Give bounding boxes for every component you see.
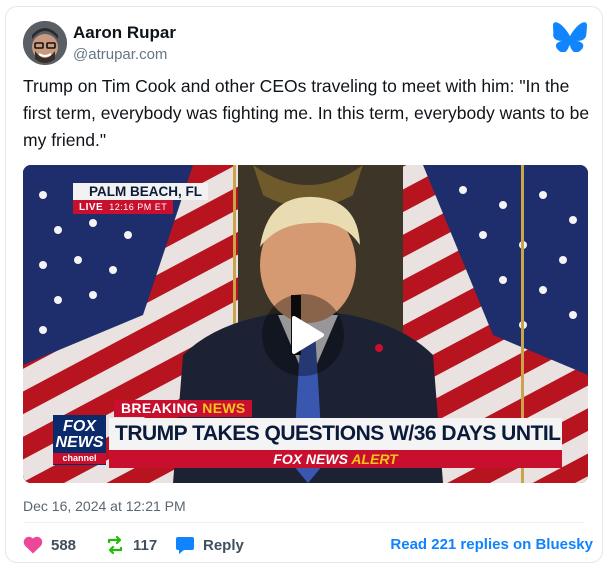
post-card: Aaron Rupar @atrupar.com Trump on Tim Co… [5, 6, 603, 563]
live-time: 12:16 PM ET [109, 202, 168, 212]
news-headline: TRUMP TAKES QUESTIONS W/36 DAYS UNTIL 2N… [109, 418, 562, 450]
reply-label: Reply [203, 536, 244, 554]
divider [23, 522, 585, 523]
breaking-suffix: NEWS [202, 400, 246, 416]
repost-button[interactable]: 117 [105, 533, 157, 557]
action-bar: 588 117 Reply Read 221 replies on Bluesk… [23, 533, 593, 557]
read-replies-link[interactable]: Read 221 replies on Bluesky [390, 536, 593, 553]
repost-count: 117 [133, 536, 158, 554]
post-text: Trump on Tim Cook and other CEOs traveli… [23, 76, 590, 150]
reply-button[interactable]: Reply [175, 533, 244, 557]
like-button[interactable]: 588 [23, 533, 76, 557]
avatar[interactable] [23, 21, 67, 65]
live-badge: LIVE 12:16 PM ET [73, 200, 174, 214]
heart-icon [23, 536, 43, 554]
reply-bubble-icon [176, 537, 194, 554]
like-count: 588 [51, 536, 77, 554]
location-label: PALM BEACH, FL [73, 183, 208, 200]
logo-line-3: channel [53, 453, 106, 464]
play-icon [292, 316, 324, 354]
logo-line-2: NEWS [55, 434, 104, 451]
news-alert-bar: FOX NEWS ALERT [109, 450, 562, 468]
logo-line-1: FOX [63, 418, 96, 435]
author-handle[interactable]: @atrupar.com [73, 46, 167, 63]
repost-icon [107, 535, 123, 555]
alert-suffix: ALERT [351, 451, 398, 467]
fox-news-logo: FOX NEWS channel [53, 415, 106, 465]
video-player[interactable]: PALM BEACH, FL LIVE 12:16 PM ET BREAKING … [23, 165, 588, 483]
play-button[interactable] [262, 294, 344, 376]
breaking-news-label: BREAKING NEWS [114, 400, 253, 417]
post-timestamp[interactable]: Dec 16, 2024 at 12:21 PM [23, 498, 186, 514]
live-label: LIVE [79, 202, 104, 213]
author-name[interactable]: Aaron Rupar [73, 23, 176, 43]
bluesky-butterfly-icon[interactable] [553, 22, 587, 53]
alert-prefix: FOX NEWS [273, 451, 348, 467]
breaking-prefix: BREAKING [121, 400, 199, 416]
